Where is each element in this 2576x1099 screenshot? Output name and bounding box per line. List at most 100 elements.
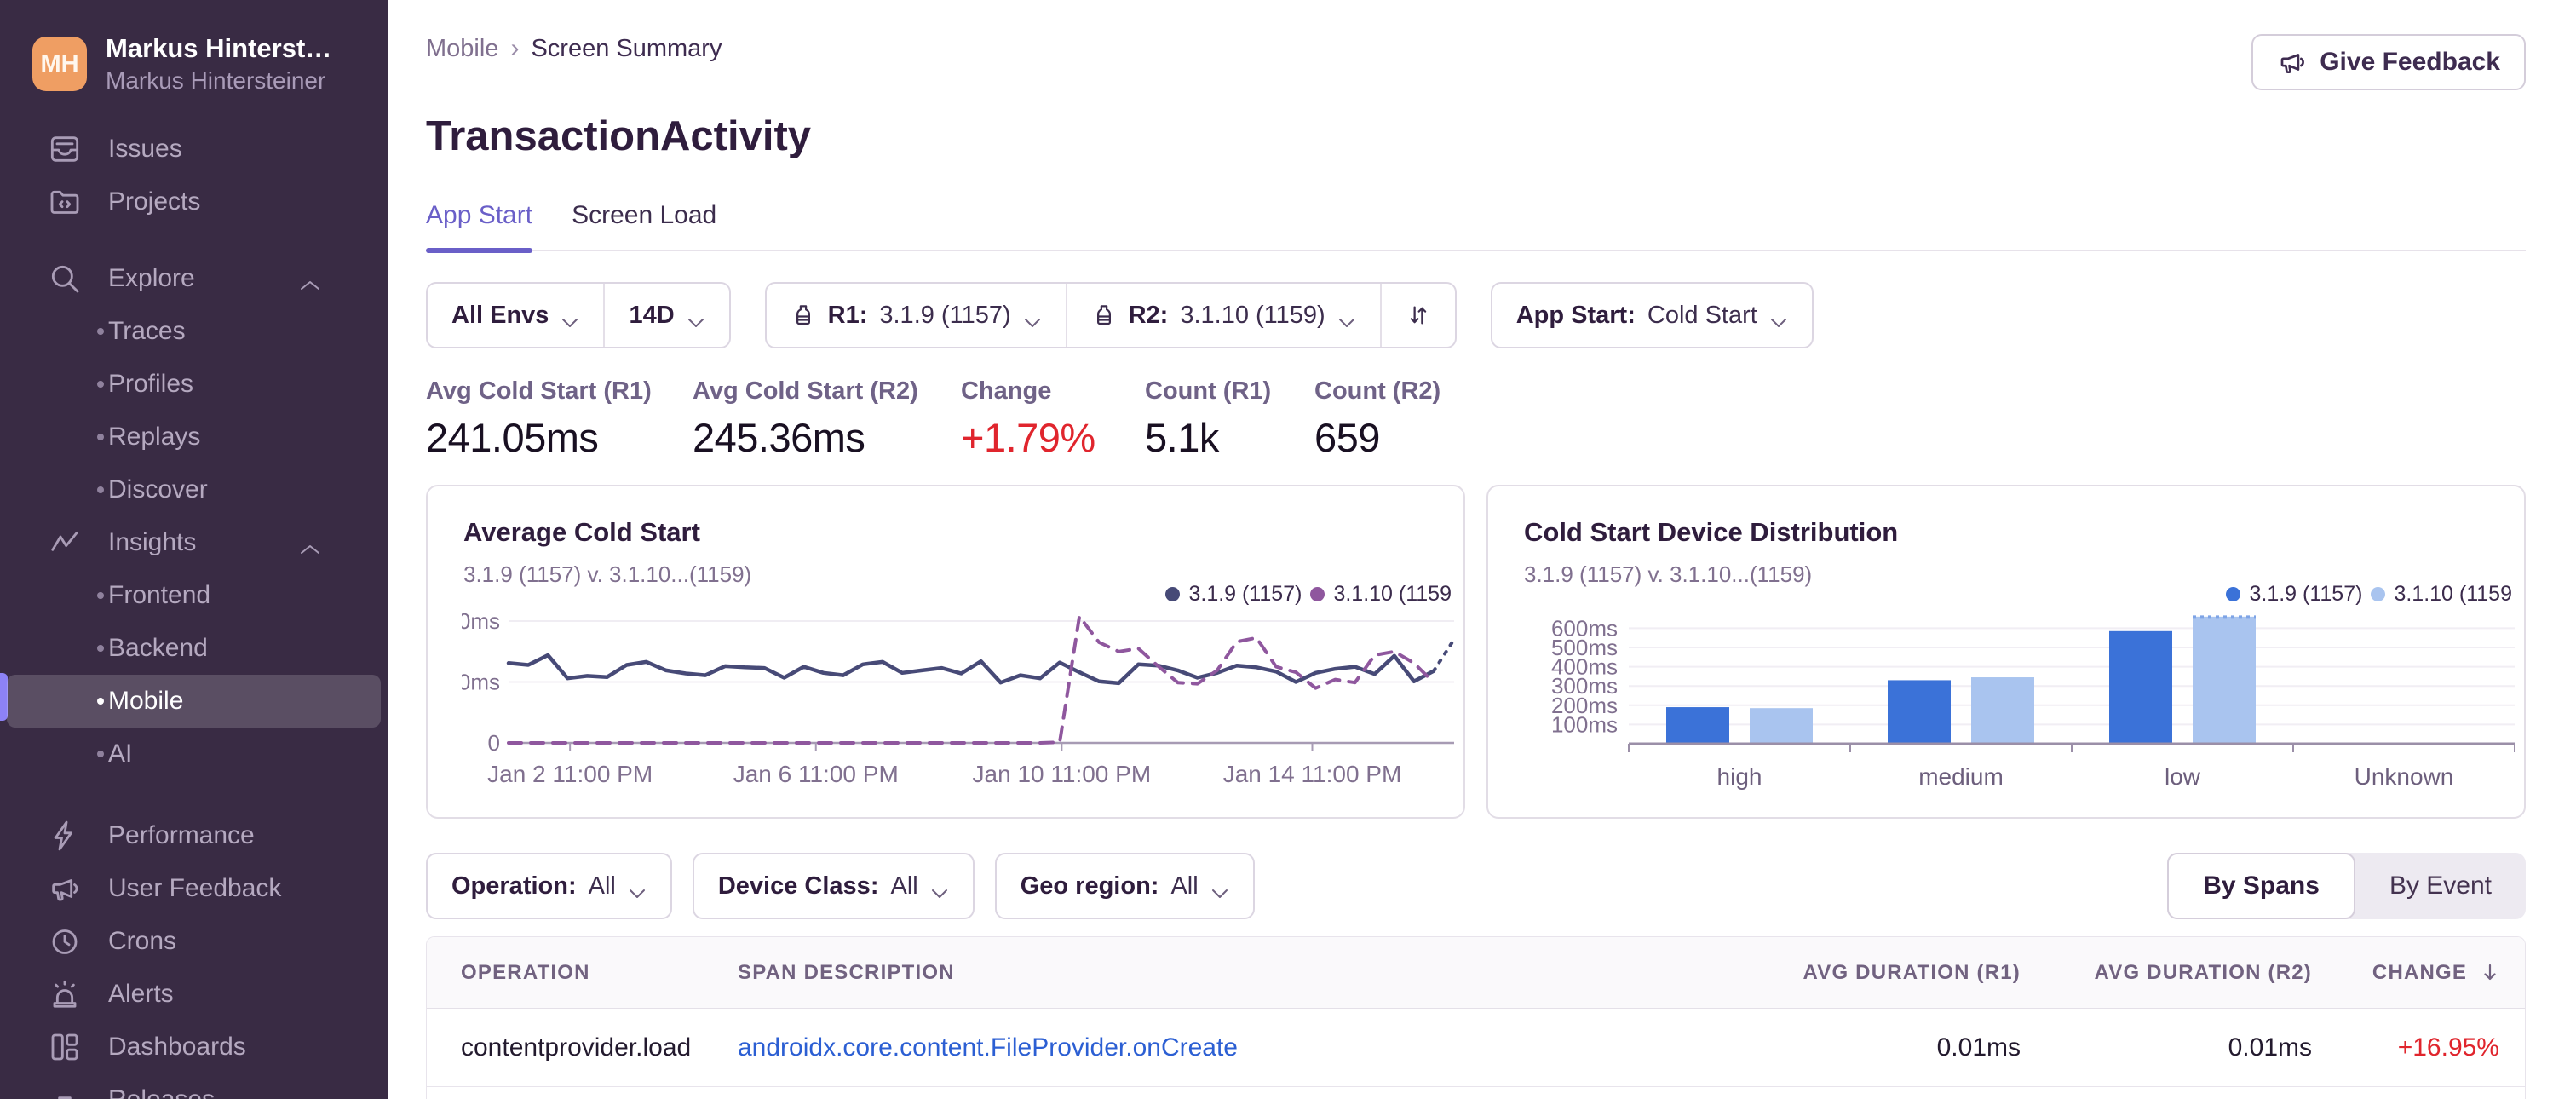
operation-filter[interactable]: Operation: All	[428, 854, 670, 918]
chevron-down-icon	[1210, 879, 1229, 898]
sidebar-item-insights[interactable]: Insights	[7, 516, 381, 569]
sidebar-item-discover[interactable]: Discover	[7, 463, 381, 516]
app-start-type-value: Cold Start	[1647, 301, 1757, 329]
environment-filter[interactable]: All Envs	[428, 284, 603, 347]
sidebar-item-performance[interactable]: Performance	[7, 809, 381, 862]
sidebar-item-replays[interactable]: Replays	[7, 411, 381, 463]
col-change[interactable]: CHANGE	[2312, 961, 2525, 985]
col-operation[interactable]: OPERATION	[427, 961, 738, 985]
geo-region-filter-value: All	[1170, 872, 1199, 900]
tab-screen-load[interactable]: Screen Load	[572, 201, 716, 250]
operation-filter-label: Operation:	[451, 872, 577, 900]
release-r2-selector[interactable]: R2: 3.1.10 (1159)	[1065, 284, 1380, 347]
svg-text:Jan 2 11:00 PM: Jan 2 11:00 PM	[487, 761, 653, 787]
org-name: Markus Hinterst…	[106, 33, 332, 63]
releases-icon	[48, 1082, 83, 1099]
sidebar-item-label: Insights	[108, 528, 197, 556]
app-start-type-filter[interactable]: App Start: Cold Start	[1492, 284, 1812, 347]
sidebar-item-releases[interactable]: Releases	[7, 1073, 381, 1099]
cell-span-description-link[interactable]: androidx.core.content.FileProvider.onCre…	[738, 1033, 1738, 1062]
legend-dot	[1310, 587, 1325, 601]
sidebar-item-dashboards[interactable]: Dashboards	[7, 1021, 381, 1073]
stat-label: Avg Cold Start (R1)	[426, 377, 652, 405]
col-avg-duration-r2[interactable]: AVG DURATION (R2)	[2021, 961, 2312, 985]
breadcrumb: Mobile › Screen Summary	[426, 34, 722, 63]
sidebar-item-alerts[interactable]: Alerts	[7, 968, 381, 1021]
sidebar-item-label: Frontend	[108, 581, 211, 609]
svg-text:Jan 14 11:00 PM: Jan 14 11:00 PM	[1223, 761, 1402, 787]
release-icon	[1091, 302, 1117, 328]
main-content: Mobile › Screen Summary Give Feedback Tr…	[388, 0, 2576, 1099]
swap-releases-button[interactable]	[1379, 284, 1455, 347]
megaphone-icon	[2280, 54, 2305, 74]
stat-label: Change	[961, 377, 1052, 405]
legend-label: 3.1.10 (1159	[1333, 582, 1452, 606]
stat-value: +1.79%	[961, 415, 1095, 460]
sidebar-item-projects[interactable]: Projects	[7, 175, 381, 228]
chevron-right-icon: ›	[510, 34, 520, 62]
svg-text:Unknown: Unknown	[2355, 763, 2454, 790]
svg-text:low: low	[2165, 763, 2201, 790]
geo-region-filter[interactable]: Geo region: All	[997, 854, 1253, 918]
sidebar-item-user-feedback[interactable]: User Feedback	[7, 862, 381, 915]
siren-icon	[48, 976, 83, 1012]
device-class-filter[interactable]: Device Class: All	[694, 854, 973, 918]
toggle-by-spans[interactable]: By Spans	[2167, 853, 2355, 919]
org-switcher[interactable]: MH Markus Hinterst… Markus Hintersteiner	[0, 0, 388, 94]
line-chart[interactable]: 400ms 200ms 0 Jan 2 11:00 PM Jan 6 11:00 PM J…	[434, 604, 1456, 817]
stats-row: Avg Cold Start (R1) 241.05ms Avg Cold St…	[426, 377, 2526, 461]
svg-text:600ms: 600ms	[1551, 615, 1618, 641]
toggle-by-event[interactable]: By Event	[2355, 853, 2526, 919]
tab-app-start[interactable]: App Start	[426, 201, 533, 253]
col-avg-duration-r1[interactable]: AVG DURATION (R1)	[1738, 961, 2021, 985]
device-class-filter-value: All	[890, 872, 918, 900]
search-icon	[48, 261, 83, 296]
operation-filter-value: All	[588, 872, 616, 900]
swap-vertical-icon	[1406, 302, 1431, 328]
stat-label: Avg Cold Start (R2)	[693, 377, 918, 405]
sidebar-item-label: Backend	[108, 634, 208, 662]
sidebar-item-label: Explore	[108, 264, 195, 292]
give-feedback-label: Give Feedback	[2320, 48, 2500, 76]
sidebar-item-crons[interactable]: Crons	[7, 915, 381, 968]
legend-dot	[2371, 587, 2386, 601]
sidebar-item-ai[interactable]: AI	[7, 728, 381, 780]
sidebar-item-label: Dashboards	[108, 1033, 246, 1061]
sidebar-item-traces[interactable]: Traces	[7, 305, 381, 358]
chart-title: Cold Start Device Distribution	[1524, 517, 1899, 547]
sidebar-item-frontend[interactable]: Frontend	[7, 569, 381, 622]
bar-chart[interactable]: 100ms 200ms 300ms 400ms 500ms 600ms high medium…	[1522, 604, 2516, 817]
chart-subtitle: 3.1.9 (1157) v. 3.1.10...(1159)	[1524, 561, 1813, 587]
env-date-filter-group: All Envs 14D	[426, 282, 731, 348]
date-range-filter[interactable]: 14D	[603, 284, 728, 347]
stat-count-r1: Count (R1) 5.1k	[1145, 377, 1314, 461]
release-r1-label: R1:	[827, 301, 868, 329]
pulse-icon	[48, 525, 83, 561]
sidebar-item-backend[interactable]: Backend	[7, 622, 381, 675]
breadcrumb-mobile[interactable]: Mobile	[426, 35, 498, 63]
release-r1-value: 3.1.9 (1157)	[879, 301, 1011, 329]
chevron-down-icon	[1337, 308, 1356, 327]
stat-value: 245.36ms	[693, 415, 865, 460]
sidebar-item-explore[interactable]: Explore	[7, 252, 381, 305]
chevron-up-icon[interactable]	[299, 535, 321, 554]
chart-legend: 3.1.9 (1157) 3.1.10 (1159	[2226, 582, 2512, 607]
sidebar-item-issues[interactable]: Issues	[7, 123, 381, 175]
release-r1-selector[interactable]: R1: 3.1.9 (1157)	[767, 284, 1066, 347]
user-name: Markus Hintersteiner	[106, 67, 326, 94]
table-row[interactable]: contentprovider.load androidx.core.conte…	[427, 1009, 2525, 1087]
stat-change: Change +1.79%	[961, 377, 1145, 461]
breadcrumb-current: Screen Summary	[531, 34, 722, 62]
table-row-partial	[427, 1087, 2525, 1099]
stat-label: Count (R2)	[1314, 377, 1441, 405]
sidebar-item-mobile[interactable]: Mobile	[7, 675, 381, 728]
col-span-description[interactable]: SPAN DESCRIPTION	[738, 961, 1738, 985]
sidebar-item-profiles[interactable]: Profiles	[7, 358, 381, 411]
chevron-up-icon[interactable]	[299, 271, 321, 290]
table-header: OPERATION SPAN DESCRIPTION AVG DURATION …	[427, 937, 2525, 1009]
sidebar-nav: Issues Projects Explore Traces Profiles …	[0, 123, 388, 1099]
give-feedback-button[interactable]: Give Feedback	[2251, 34, 2526, 90]
legend-label: 3.1.9 (1157)	[2249, 582, 2363, 606]
dashboards-icon	[48, 1029, 83, 1065]
stat-avg-cold-start-r2: Avg Cold Start (R2) 245.36ms	[693, 377, 961, 461]
